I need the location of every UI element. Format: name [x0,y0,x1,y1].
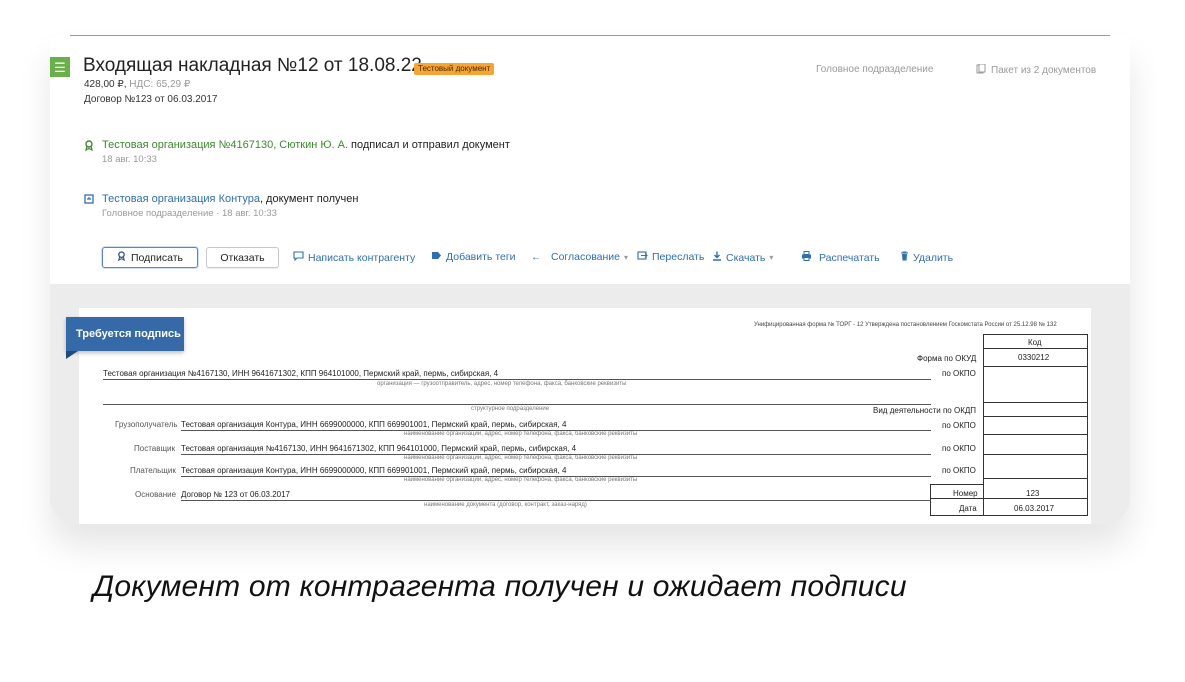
write-counterparty-label: Написать контрагенту [308,251,416,264]
add-tags-label: Добавить теги [446,251,516,263]
basis-caption: наименование документа (договор, контрак… [424,502,587,508]
screenshot-caption: Документ от контрагента получен и ожидае… [93,570,907,603]
chevron-down-icon: ▾ [769,253,774,262]
date-value: 06.03.2017 [1014,504,1055,513]
sender-organization: Тестовая организация №4167130, ИНН 96416… [103,369,499,378]
subdivision-caption: структурное подразделение [471,406,550,412]
flag-fold [66,351,78,359]
chevron-down-icon: ▾ [624,252,629,262]
consignee-label: Грузополучатель [115,420,178,429]
date-label: Дата [959,504,977,513]
kod-header: Код [1028,338,1042,347]
signature-required-flag: Требуется подпись [66,317,184,351]
consignee-caption: наименование организации, адрес, номер т… [404,431,638,437]
okud-value: 0330212 [1018,353,1050,362]
signature-ribbon-icon [84,140,94,152]
payer-label: Плательщик [130,466,176,475]
event-text: Тестовая организация №4167130, Сюткин Ю.… [102,139,510,151]
forward-label: Переслать [652,251,705,263]
package-label: Пакет из 2 документов [991,65,1097,76]
forward-icon [637,251,648,263]
test-document-badge: Тестовый документ [414,63,495,75]
okpo-label-consignee: по ОКПО [942,421,976,430]
chat-bubble-icon [293,251,304,264]
download-label: Скачать [726,251,766,264]
payer-caption: наименование организации, адрес, номер т… [404,477,638,483]
sign-label: Подписать [131,251,183,264]
sender-caption: организация — грузоотправитель, адрес, н… [377,381,627,387]
write-counterparty-action[interactable]: Написать контрагенту [293,251,415,264]
okdp-label: Вид деятельности по ОКДП [873,406,977,415]
arrow-left-icon: ← [531,251,541,263]
approval-action[interactable]: ← Согласование ▾ [531,251,628,263]
codes-divider [983,434,1088,435]
document-card: ☰ Входящая накладная №12 от 18.08.22 Тес… [50,37,1130,524]
print-label: Распечатать [819,251,880,264]
printer-icon [801,251,812,264]
signature-ribbon-icon [117,251,126,264]
received-inbox-icon [84,194,94,204]
codes-divider [983,454,1088,455]
supplier-caption: наименование организации, адрес, номер т… [404,455,638,461]
package-link[interactable]: Пакет из 2 документов [976,63,1097,77]
payer-value: Тестовая организация Контура, ИНН 669900… [181,466,567,475]
refuse-button[interactable]: Отказать [206,247,279,268]
event-org-link[interactable]: Тестовая организация №4167130, Сюткин Ю.… [102,139,348,151]
okpo-label-sender: по ОКПО [942,369,976,378]
basis-underline [181,500,931,501]
amount-line: 428,00 ₽, НДС: 65,29 ₽ [84,79,190,90]
number-label: Номер [953,489,978,498]
codes-divider [983,416,1088,417]
supplier-value: Тестовая организация №4167130, ИНН 96416… [181,444,577,453]
refuse-label: Отказать [220,251,265,264]
trash-icon [900,251,909,264]
okpo-label-supplier: по ОКПО [942,444,976,453]
event-text: Тестовая организация Контура, документ п… [102,193,358,205]
delete-action[interactable]: Удалить [900,251,953,264]
contract-reference: Договор №123 от 06.03.2017 [84,94,218,105]
vat-amount: НДС: 65,29 ₽ [129,79,191,90]
sender-underline [103,379,931,380]
approval-label: Согласование [551,251,620,263]
codes-divider [983,348,1088,349]
document-title: Входящая накладная №12 от 18.08.22 [83,55,422,76]
amount: 428,00 ₽, [84,79,127,90]
codes-divider [983,366,1088,367]
tag-icon [431,251,442,263]
basis-label: Основание [135,490,177,499]
basis-value: Договор № 123 от 06.03.2017 [181,490,291,499]
number-value: 123 [1026,489,1040,498]
okud-label: Форма по ОКУД [917,354,977,363]
delete-label: Удалить [913,251,954,264]
consignee-value: Тестовая организация Контура, ИНН 669900… [181,420,567,429]
event-action: , документ получен [259,193,359,205]
menu-icon[interactable]: ☰ [50,57,70,77]
number-date-divider [930,498,983,499]
codes-divider [983,478,1088,479]
supplier-label: Поставщик [134,444,176,453]
subdivision-underline [103,404,931,405]
codes-divider [983,402,1088,403]
event-time: 18 авг. 10:33 [102,154,157,165]
document-header-panel: ☰ Входящая накладная №12 от 18.08.22 Тес… [50,37,1130,284]
event-time: Головное подразделение · 18 авг. 10:33 [102,208,277,219]
add-tags-action[interactable]: Добавить теги [431,251,516,263]
top-divider [70,35,1110,36]
unified-form-note: Унифицированная форма № ТОРГ - 12 Утверж… [754,322,1057,328]
codes-divider [983,498,1088,499]
print-action[interactable]: Распечатать [801,251,880,264]
download-icon [712,251,722,264]
department-link[interactable]: Головное подразделение [816,64,933,75]
torg12-form-preview: Унифицированная форма № ТОРГ - 12 Утверж… [79,308,1091,524]
package-icon [976,63,986,77]
sign-button[interactable]: Подписать [102,247,198,268]
okpo-label-payer: по ОКПО [942,466,976,475]
event-action: подписал и отправил документ [348,139,510,151]
forward-action[interactable]: Переслать [637,251,704,263]
download-action[interactable]: Скачать ▾ [712,251,773,264]
event-org-link[interactable]: Тестовая организация Контура [102,193,260,205]
